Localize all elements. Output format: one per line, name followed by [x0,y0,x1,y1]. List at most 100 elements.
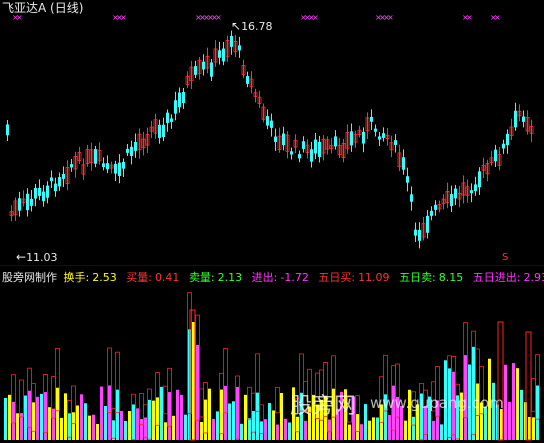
volume-bar [536,385,539,440]
candle-down [230,35,233,47]
chart-canvas[interactable]: ×× ××× ×××××× ×××× ×××× ×× ×× [0,0,544,443]
volume-bar [60,417,63,440]
volume-bar [368,420,371,440]
candle-down [426,215,429,233]
volume-bar [264,419,267,440]
watermark-text: 股旁网 [290,394,357,419]
volume-bar [132,404,135,440]
candle-down [454,188,457,199]
volume-outline-bar [247,386,252,420]
stock-chart-window: × × × × × × × × × × × × × × × × × × × × × × × 飞亚达A (日线) ↖16.78… [0,0,544,443]
candle-down [314,139,317,154]
candle-down [282,133,285,146]
volume-bar [80,394,83,440]
volume-bar [156,397,159,440]
candle-down [470,190,473,194]
volume-bar [520,389,523,440]
candle-down [362,131,365,144]
candle-down [166,112,169,123]
candle-down [430,210,433,216]
volume-bar [276,424,279,440]
volume-bar [16,413,19,440]
volume-outline-bar [19,379,24,418]
candle-down [266,116,269,126]
volume-bar [288,422,291,440]
volume-bar [364,404,367,440]
volume-bar [28,390,31,440]
candle-down [50,177,53,182]
volume-bar [168,392,171,440]
volume-bar [152,400,155,440]
volume-bar [104,405,107,440]
indicator-name: 股旁网制作 [2,271,57,284]
candle-down [18,198,21,211]
volume-bar [208,388,211,440]
candle-down [106,163,109,170]
volume-bar [508,401,511,440]
candle-down [414,229,417,236]
volume-bar [24,395,27,440]
volume-bar [72,412,75,440]
high-price-label: 16.78 [241,20,273,33]
volume-bar [184,414,187,440]
legend-sell-volume: 卖量: 2.13 [188,271,243,284]
candle-down [174,100,177,114]
volume-bar [284,418,287,440]
volume-bar [240,423,243,440]
volume-bar [56,387,59,440]
panel-divider [0,265,544,266]
candle-down [182,92,185,103]
volume-bar [236,386,239,440]
candle-down [394,140,397,145]
candle-down [418,229,421,241]
candle-down [6,124,9,136]
candle-down [218,50,221,58]
candle-down [334,136,337,147]
candle-down [134,141,137,151]
legend-5day-net: 五日进出:2.93 [472,271,544,284]
candle-down [302,141,305,149]
volume-bar [512,363,515,440]
volume-bar [40,393,43,440]
low-price-marker: ←11.03 [16,250,58,264]
volume-bar [160,386,163,440]
volume-bar [404,420,407,440]
volume-bar [232,401,235,440]
candle-down [94,149,97,164]
volume-bar [304,420,307,440]
volume-bar [272,410,275,440]
candle-down [374,128,377,132]
candle-down [298,154,301,159]
volume-bar [96,423,99,440]
candle-down [222,48,225,62]
candle-down [290,151,293,155]
volume-bar [256,392,259,440]
volume-bar [532,417,535,440]
candle-down [126,148,129,153]
legend-net-flow: 进出: -1.72 [251,271,309,284]
volume-bar [4,397,7,440]
candle-down [310,149,313,162]
volume-outline-bar [275,386,280,414]
volume-outline-bar [163,385,168,415]
candle-down [406,176,409,183]
candle-down [370,116,373,122]
volume-bar [164,422,167,440]
volume-bar [252,410,255,440]
volume-bar [124,420,127,440]
volume-bar [128,410,131,440]
candle-down [474,184,477,192]
candle-down [402,157,405,170]
candle-down [170,118,173,122]
volume-bar [228,403,231,440]
candle-down [246,76,249,84]
volume-bar [200,422,203,440]
volume-bar [44,392,47,440]
volume-bar [116,389,119,440]
legend-buy-volume: 买量: 0.41 [126,271,180,284]
volume-bar [360,424,363,440]
volume-bar [216,411,219,440]
volume-bar [92,414,95,440]
volume-bar [328,419,331,440]
volume-outline-bar [199,388,204,418]
